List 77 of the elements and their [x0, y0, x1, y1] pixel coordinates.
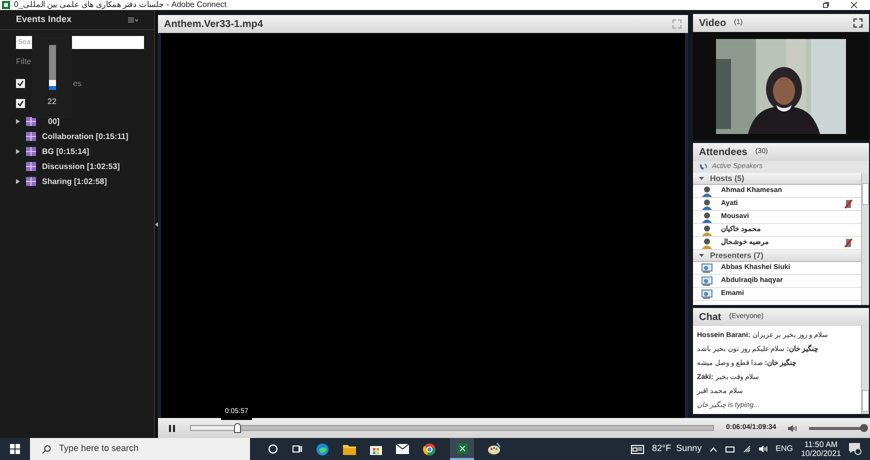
collapse-arrow-icon: [699, 176, 704, 181]
person-icon: [701, 198, 713, 210]
pause-button[interactable]: [166, 422, 178, 434]
person-icon: [701, 238, 713, 248]
mail-icon[interactable]: [396, 444, 409, 454]
menu-icon[interactable]: [128, 16, 138, 22]
collapse-arrow-icon[interactable]: [155, 222, 158, 227]
active-app-button[interactable]: [450, 438, 474, 460]
checkmark-icon: [17, 80, 24, 87]
collapse-arrow-icon: [699, 253, 704, 258]
event-item[interactable]: Collaboration [0:15:11]: [42, 130, 128, 142]
presenter-icon: [701, 262, 713, 274]
checkmark-icon: [17, 100, 24, 107]
store-icon[interactable]: [370, 443, 382, 455]
presenter-icon: [701, 288, 713, 300]
person-icon: [701, 212, 713, 222]
app-icon: [456, 442, 468, 454]
filter-label: Filte: [16, 56, 32, 68]
multitask-icon[interactable]: [292, 444, 302, 454]
folder-icon[interactable]: [343, 444, 356, 454]
muted-microphone-icon: [844, 238, 854, 248]
event-item[interactable]: Discussion [1:02:53]: [42, 160, 120, 172]
expand-arrow-icon[interactable]: [16, 119, 20, 124]
browser-icon[interactable]: [423, 442, 436, 456]
presenter-icon: [701, 276, 713, 286]
window-title: جلسات دفتر همکاری های علمی بین المللی_0 - Adobe Connect: [14, 0, 227, 10]
browser-icon[interactable]: [316, 442, 329, 456]
event-icon: [26, 177, 36, 186]
wifi-icon[interactable]: [742, 445, 751, 453]
fullscreen-icon[interactable]: [853, 18, 864, 28]
pod-title: Video: [699, 16, 726, 30]
chevron-up-icon[interactable]: [710, 446, 717, 452]
expand-arrow-icon[interactable]: [16, 179, 20, 184]
volume-slider[interactable]: [48, 45, 56, 90]
phone-icon: [699, 163, 708, 171]
volume-reading: 22: [48, 96, 56, 108]
group-label: Presenters (7): [710, 250, 764, 262]
network-icon[interactable]: [724, 446, 735, 452]
event-icon: [26, 147, 36, 156]
close-icon[interactable]: [850, 1, 858, 9]
checkbox[interactable]: [16, 79, 25, 88]
paint-palette-icon[interactable]: [488, 443, 501, 455]
speaker-icon[interactable]: [758, 445, 768, 453]
event-icon: [26, 162, 36, 171]
clock-time: 11:50 AM: [804, 440, 838, 449]
notification-icon[interactable]: [849, 443, 862, 455]
event-item[interactable]: Sharing [1:02:58]: [42, 176, 107, 188]
event-item[interactable]: BG [0:15:14]: [42, 146, 90, 158]
volume-thumb[interactable]: [860, 424, 868, 432]
group-header[interactable]: Hosts (5): [693, 173, 862, 185]
weather-text[interactable]: 82°F Sunny: [652, 442, 702, 456]
checkbox-label: es: [73, 78, 82, 90]
app-icon: [2, 1, 10, 9]
seek-thumb[interactable]: [234, 423, 241, 433]
person-icon: [701, 186, 713, 196]
pod-title: Chat: [699, 310, 722, 324]
event-icon: [26, 117, 36, 126]
speaker-icon[interactable]: [788, 424, 798, 432]
pod-title: Anthem.Ver33-1.mp4: [164, 18, 263, 32]
pause-icon: [169, 424, 175, 432]
restore-icon[interactable]: [822, 1, 830, 9]
expand-arrow-icon[interactable]: [16, 149, 20, 154]
news-icon[interactable]: [630, 444, 644, 454]
search-icon: [42, 444, 51, 454]
panel-title: Events Index: [16, 12, 72, 26]
taskbar-search-field[interactable]: Type here to search: [30, 438, 250, 460]
group-label: Hosts (5): [710, 173, 744, 184]
checkbox[interactable]: [16, 99, 25, 108]
task-view-icon[interactable]: [268, 444, 278, 454]
group-header[interactable]: Presenters (7): [693, 250, 862, 262]
clock-date: 10/20/2021: [800, 449, 841, 458]
pod-title: Attendees: [699, 146, 748, 160]
language-indicator[interactable]: ENG: [776, 443, 793, 455]
event-icon: [26, 132, 36, 141]
muted-microphone-icon: [844, 199, 854, 209]
person-icon: [701, 224, 713, 236]
event-item[interactable]: 00]: [48, 116, 60, 128]
